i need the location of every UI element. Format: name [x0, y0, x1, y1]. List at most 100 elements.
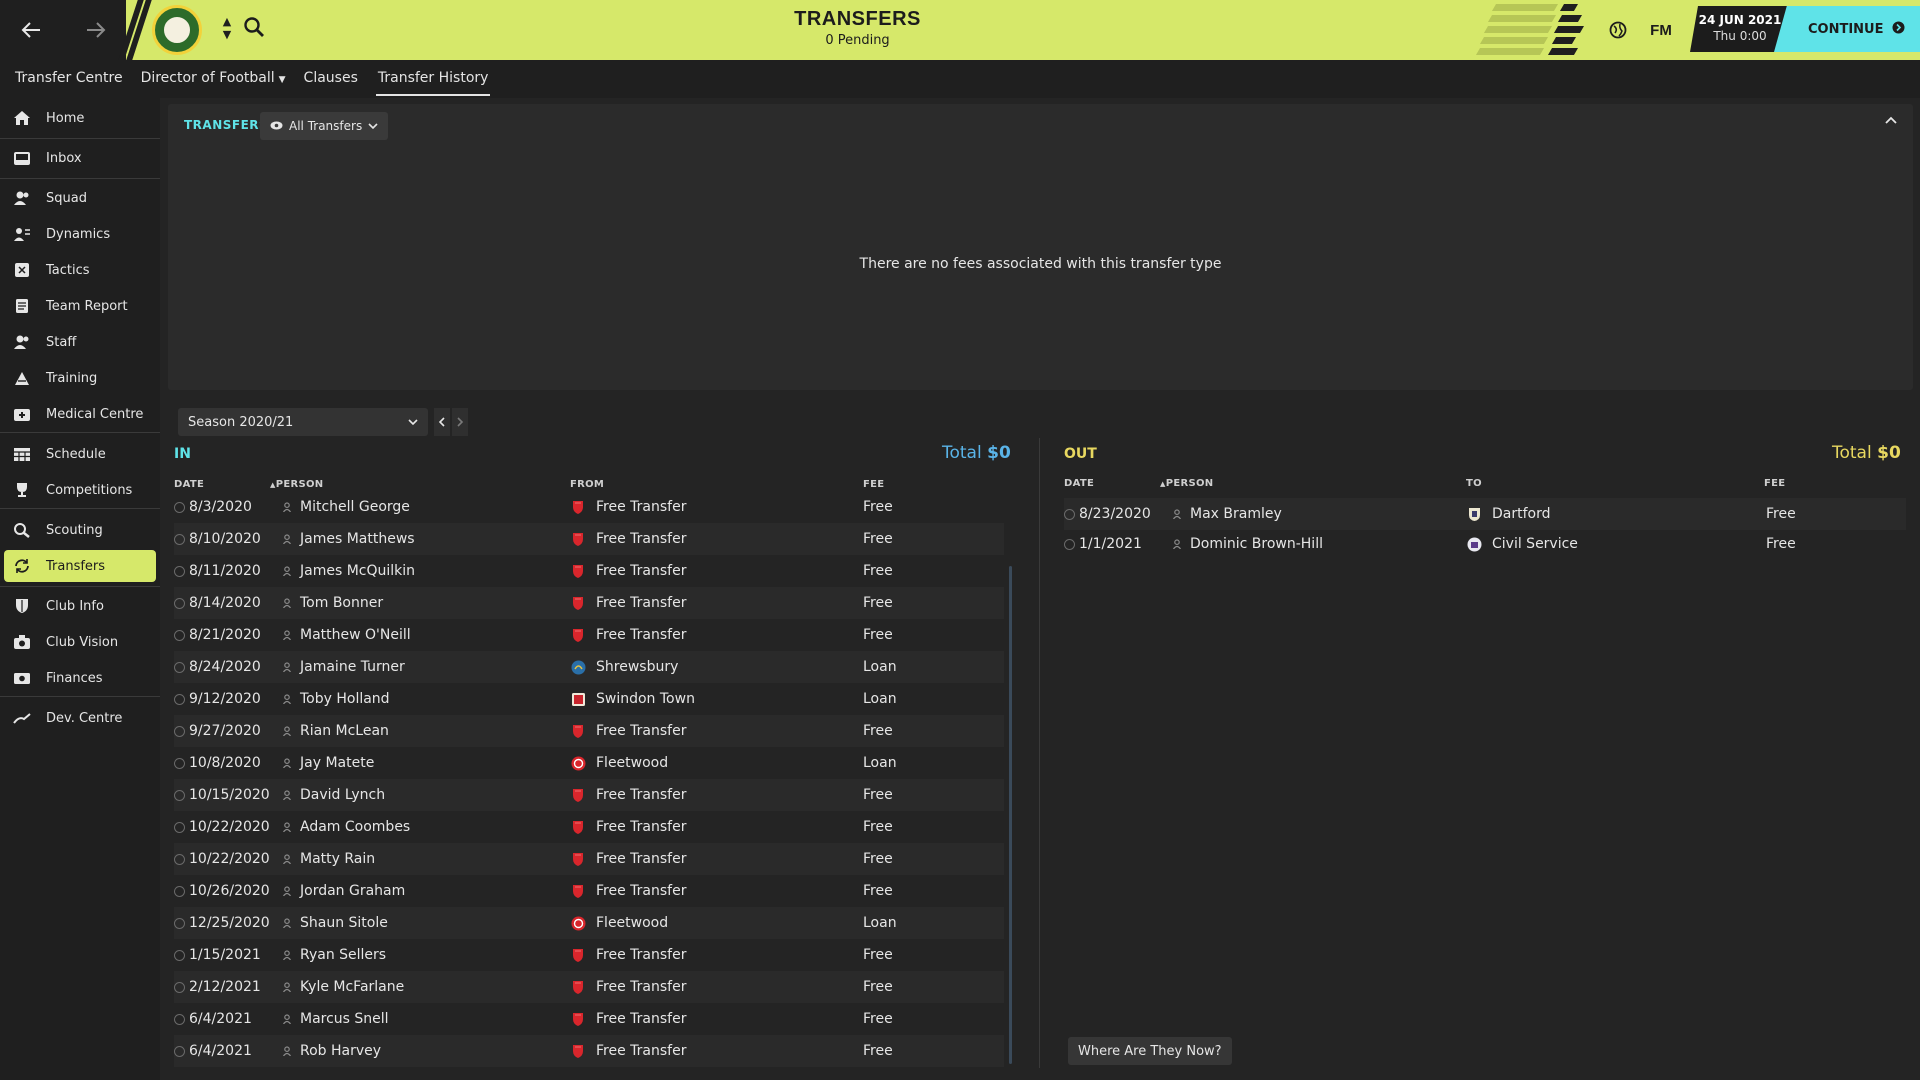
- game-date[interactable]: 24 JUN 2021 Thu 0:00: [1690, 6, 1790, 52]
- club-crest-icon[interactable]: [152, 5, 202, 55]
- club-cell[interactable]: Swindon Town: [570, 691, 695, 707]
- in-transfer-row[interactable]: 9/12/2020 Toby Holland Swindon Town Loan: [174, 683, 1004, 715]
- sidebar-item-home[interactable]: Home: [4, 102, 156, 134]
- continue-button[interactable]: CONTINUE: [1774, 6, 1920, 52]
- sidebar-item-scouting[interactable]: Scouting: [4, 514, 156, 546]
- sidebar-item-dynamics[interactable]: Dynamics: [4, 218, 156, 250]
- club-name[interactable]: Shrewsbury: [596, 659, 678, 675]
- back-arrow-icon[interactable]: [14, 14, 48, 46]
- person-name[interactable]: Shaun Sitole: [300, 915, 388, 931]
- in-transfer-row[interactable]: 8/21/2020 Matthew O'Neill Free Transfer Fre…: [174, 619, 1004, 651]
- tab-transfer-history[interactable]: Transfer History: [375, 60, 491, 96]
- person-name[interactable]: Adam Coombes: [300, 819, 410, 835]
- club-name[interactable]: Free Transfer: [596, 499, 686, 515]
- in-transfer-row[interactable]: 12/25/2020 Shaun Sitole Fleetwood Loan: [174, 907, 1004, 939]
- world-icon[interactable]: [1606, 16, 1630, 44]
- club-name[interactable]: Fleetwood: [596, 755, 668, 771]
- out-transfer-row[interactable]: 8/23/2020 Max Bramley Dartford Free: [1064, 498, 1906, 530]
- club-name[interactable]: Dartford: [1492, 506, 1551, 522]
- person-name[interactable]: Rob Harvey: [300, 1043, 381, 1059]
- out-col-fee[interactable]: FEE: [1764, 478, 1785, 489]
- person-name[interactable]: Rian McLean: [300, 723, 389, 739]
- out-col-date[interactable]: DATE: [1064, 478, 1094, 489]
- club-cell[interactable]: Free Transfer: [570, 819, 686, 835]
- person-cell[interactable]: Rian McLean: [282, 723, 389, 739]
- in-transfer-row[interactable]: 8/3/2020 Mitchell George Free Transfer Free: [174, 491, 1004, 523]
- club-name[interactable]: Free Transfer: [596, 979, 686, 995]
- person-name[interactable]: Ryan Sellers: [300, 947, 386, 963]
- sidebar-item-inbox[interactable]: Inbox: [4, 142, 156, 174]
- sidebar-item-staff[interactable]: Staff: [4, 326, 156, 358]
- person-name[interactable]: Matty Rain: [300, 851, 375, 867]
- in-col-date[interactable]: DATE: [174, 479, 204, 490]
- club-name[interactable]: Free Transfer: [596, 627, 686, 643]
- club-name[interactable]: Civil Service: [1492, 536, 1578, 552]
- club-name[interactable]: Free Transfer: [596, 531, 686, 547]
- club-cell[interactable]: Fleetwood: [570, 915, 668, 931]
- club-cell[interactable]: Civil Service: [1466, 536, 1578, 552]
- fm-menu-button[interactable]: FM: [1646, 16, 1676, 44]
- club-name[interactable]: Free Transfer: [596, 723, 686, 739]
- person-name[interactable]: James Matthews: [300, 531, 415, 547]
- sidebar-item-transfers[interactable]: Transfers: [4, 550, 156, 582]
- person-cell[interactable]: Tom Bonner: [282, 595, 383, 611]
- person-cell[interactable]: Matty Rain: [282, 851, 375, 867]
- in-col-from[interactable]: FROM: [570, 479, 604, 490]
- club-name[interactable]: Free Transfer: [596, 787, 686, 803]
- club-cell[interactable]: Free Transfer: [570, 851, 686, 867]
- club-cell[interactable]: Free Transfer: [570, 595, 686, 611]
- club-name[interactable]: Free Transfer: [596, 1043, 686, 1059]
- out-transfer-row[interactable]: 1/1/2021 Dominic Brown-Hill Civil Service F…: [1064, 528, 1906, 560]
- in-col-fee[interactable]: FEE: [863, 479, 884, 490]
- in-transfer-row[interactable]: 10/22/2020 Adam Coombes Free Transfer Free: [174, 811, 1004, 843]
- in-transfer-row[interactable]: 8/11/2020 James McQuilkin Free Transfer Fre…: [174, 555, 1004, 587]
- club-cell[interactable]: Fleetwood: [570, 755, 668, 771]
- sidebar-item-club-info[interactable]: Club Info: [4, 590, 156, 622]
- in-transfer-row[interactable]: 8/10/2020 James Matthews Free Transfer Free: [174, 523, 1004, 555]
- in-transfer-row[interactable]: 10/26/2020 Jordan Graham Free Transfer Free: [174, 875, 1004, 907]
- club-name[interactable]: Free Transfer: [596, 851, 686, 867]
- person-cell[interactable]: Shaun Sitole: [282, 915, 388, 931]
- in-transfer-row[interactable]: 9/27/2020 Rian McLean Free Transfer Free: [174, 715, 1004, 747]
- person-cell[interactable]: Rob Harvey: [282, 1043, 381, 1059]
- club-name[interactable]: Free Transfer: [596, 883, 686, 899]
- club-name[interactable]: Free Transfer: [596, 595, 686, 611]
- club-switch-icon[interactable]: ▲ ▼: [220, 15, 234, 47]
- club-name[interactable]: Free Transfer: [596, 819, 686, 835]
- person-name[interactable]: Toby Holland: [300, 691, 390, 707]
- person-name[interactable]: David Lynch: [300, 787, 385, 803]
- in-transfer-row[interactable]: 10/8/2020 Jay Matete Fleetwood Loan: [174, 747, 1004, 779]
- club-cell[interactable]: Free Transfer: [570, 947, 686, 963]
- person-cell[interactable]: Dominic Brown-Hill: [1172, 536, 1323, 552]
- transfer-filter-dropdown[interactable]: All Transfers: [260, 112, 389, 140]
- club-cell[interactable]: Free Transfer: [570, 531, 686, 547]
- sidebar-item-schedule[interactable]: Schedule: [4, 438, 156, 470]
- club-name[interactable]: Swindon Town: [596, 691, 695, 707]
- forward-arrow-icon[interactable]: [79, 14, 113, 46]
- search-icon[interactable]: [243, 16, 269, 42]
- in-transfer-row[interactable]: 6/4/2021 Marcus Snell Free Transfer Free: [174, 1003, 1004, 1035]
- sidebar-item-squad[interactable]: Squad: [4, 182, 156, 214]
- sidebar-item-finances[interactable]: Finances: [4, 662, 156, 694]
- person-cell[interactable]: Adam Coombes: [282, 819, 410, 835]
- sidebar-item-team-report[interactable]: Team Report: [4, 290, 156, 322]
- in-transfer-row[interactable]: 2/12/2021 Kyle McFarlane Free Transfer Free: [174, 971, 1004, 1003]
- person-name[interactable]: Max Bramley: [1190, 506, 1282, 522]
- next-season-icon[interactable]: [452, 408, 468, 436]
- out-col-person[interactable]: ▲PERSON: [1160, 478, 1213, 489]
- club-cell[interactable]: Free Transfer: [570, 1043, 686, 1059]
- club-name[interactable]: Free Transfer: [596, 563, 686, 579]
- person-name[interactable]: Jordan Graham: [300, 883, 405, 899]
- sidebar-item-dev-centre[interactable]: Dev. Centre: [4, 702, 156, 734]
- in-transfer-row[interactable]: 8/14/2020 Tom Bonner Free Transfer Free: [174, 587, 1004, 619]
- person-cell[interactable]: Toby Holland: [282, 691, 390, 707]
- in-transfer-row[interactable]: 6/4/2021 Rob Harvey Free Transfer Free: [174, 1035, 1004, 1067]
- club-cell[interactable]: Free Transfer: [570, 1011, 686, 1027]
- person-cell[interactable]: Matthew O'Neill: [282, 627, 411, 643]
- club-cell[interactable]: Free Transfer: [570, 883, 686, 899]
- person-cell[interactable]: Kyle McFarlane: [282, 979, 404, 995]
- in-transfer-row[interactable]: 10/15/2020 David Lynch Free Transfer Free: [174, 779, 1004, 811]
- sidebar-item-competitions[interactable]: Competitions: [4, 474, 156, 506]
- in-transfer-row[interactable]: 1/15/2021 Ryan Sellers Free Transfer Free: [174, 939, 1004, 971]
- club-cell[interactable]: Free Transfer: [570, 563, 686, 579]
